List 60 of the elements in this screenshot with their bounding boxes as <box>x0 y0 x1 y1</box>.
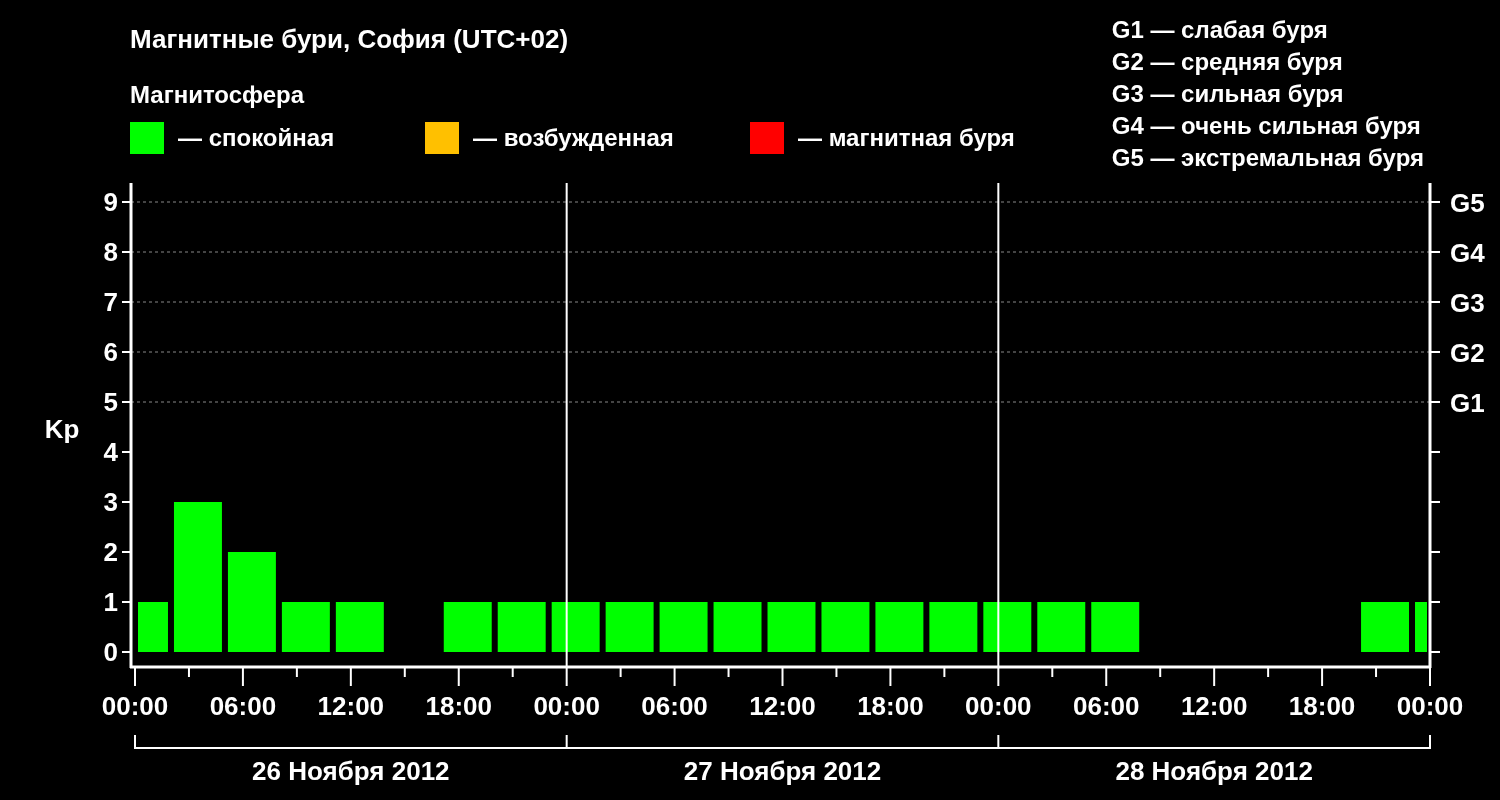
y-tick-label: 8 <box>103 237 118 267</box>
y-tick-label: 4 <box>103 437 118 467</box>
y-axis-label: Kp <box>44 414 80 444</box>
kp-bar <box>1037 602 1086 652</box>
storm-level-label: G2 <box>1450 338 1485 368</box>
y-tick-label: 6 <box>103 337 118 367</box>
x-tick-label: 00:00 <box>533 691 600 721</box>
date-label: 28 Ноября 2012 <box>1115 756 1313 786</box>
kp-bar <box>497 602 546 652</box>
storm-level-label: G5 <box>1450 188 1485 218</box>
x-tick-label: 18:00 <box>857 691 924 721</box>
y-tick-label: 7 <box>103 287 118 317</box>
kp-bar <box>551 602 600 652</box>
date-label: 26 Ноября 2012 <box>252 756 450 786</box>
x-tick-label: 18:00 <box>425 691 492 721</box>
kp-bar <box>1361 602 1409 652</box>
storm-scale-entry: G5 — экстремальная буря <box>1111 143 1424 173</box>
kp-bar <box>1415 602 1427 652</box>
kp-bar <box>821 602 870 652</box>
x-tick-label: 06:00 <box>209 691 277 721</box>
x-tick-label: 12:00 <box>749 691 816 721</box>
kp-bar <box>443 602 492 652</box>
y-tick-label: 3 <box>103 487 118 517</box>
x-tick-label: 12:00 <box>317 691 385 721</box>
storm-level-label: G3 <box>1450 288 1485 318</box>
x-tick-label: 18:00 <box>1288 691 1356 721</box>
kp-bar <box>713 602 762 652</box>
y-tick-label: 1 <box>103 587 118 617</box>
x-tick-label: 06:00 <box>641 691 708 721</box>
kp-bar <box>929 602 978 652</box>
kp-bar <box>983 602 1032 652</box>
legend-title: Магнитосфера <box>130 80 306 110</box>
chart-title: Магнитные бури, София (UTC+02) <box>130 23 570 56</box>
y-tick-label: 0 <box>103 637 118 667</box>
storm-scale-entry: G1 — слабая буря <box>1111 15 1329 45</box>
legend-label: — спокойная <box>178 124 335 152</box>
storm-scale-entry: G2 — средняя буря <box>1111 47 1344 77</box>
kp-bar <box>281 602 330 652</box>
x-tick-label: 12:00 <box>1180 691 1248 721</box>
y-tick-label: 9 <box>103 187 118 217</box>
kp-bar <box>659 602 708 652</box>
x-tick-label: 00:00 <box>101 691 169 721</box>
storm-level-label: G4 <box>1450 238 1485 268</box>
date-label: 27 Ноября 2012 <box>683 756 882 786</box>
kp-bar <box>1091 602 1140 652</box>
y-tick-label: 2 <box>103 537 118 567</box>
x-tick-label: 00:00 <box>1396 691 1464 721</box>
storm-scale-entry: G3 — сильная буря <box>1111 79 1345 109</box>
legend-label: — возбужденная <box>473 124 674 152</box>
kp-bar <box>605 602 654 652</box>
y-tick-label: 5 <box>103 387 118 417</box>
storm-scale-entry: G4 — очень сильная буря <box>1111 111 1422 141</box>
x-tick-label: 06:00 <box>1073 691 1140 721</box>
kp-bar <box>875 602 924 652</box>
kp-bar <box>335 602 384 652</box>
storm-level-label: G1 <box>1450 388 1485 418</box>
x-tick-label: 00:00 <box>965 691 1032 721</box>
kp-bar <box>767 602 816 652</box>
kp-bar <box>138 602 168 652</box>
legend-label: — магнитная буря <box>798 124 1015 152</box>
